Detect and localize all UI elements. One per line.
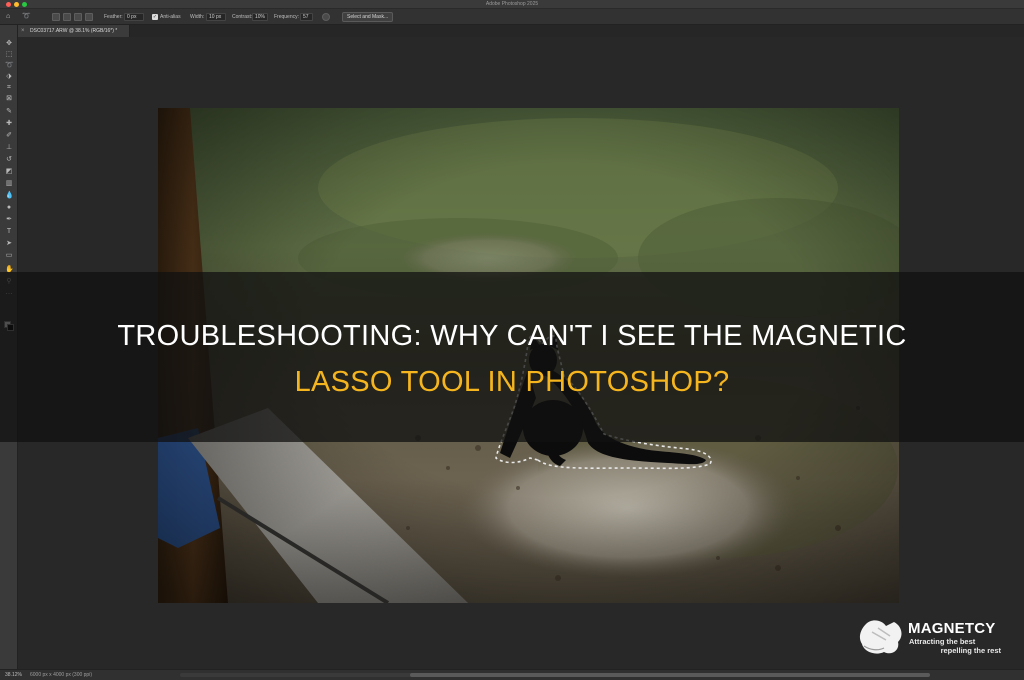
object-select-tool-icon[interactable]: ⬗ [5,73,13,80]
contrast-label: Contrast: [232,14,253,20]
crop-tool-icon[interactable]: ⌗ [5,84,13,91]
path-select-tool-icon[interactable]: ➤ [5,240,13,247]
logo-tagline-1: Attracting the best [909,637,976,646]
antialias-label: Anti-alias [160,14,181,20]
logo-tagline-2: repelling the rest [940,646,1001,655]
headline: TROUBLESHOOTING: WHY CAN'T I SEE THE MAG… [60,313,964,405]
pen-tool-icon[interactable]: ✒ [5,216,13,223]
magnetcy-logo: MAGNETCY Attracting the best repelling t… [858,616,1006,660]
document-tab[interactable]: × DSC03717.ARW @ 38.1% (RGB/16*) * [18,25,130,37]
headline-line-2: LASSO TOOL IN PHOTOSHOP? [294,366,730,398]
stamp-tool-icon[interactable]: ⊥ [5,144,13,151]
app-title: Adobe Photoshop 2025 [485,1,539,7]
frame-tool-icon[interactable]: ⊠ [5,95,13,102]
lasso-tool-icon[interactable]: ➰ [5,62,14,69]
feather-field[interactable]: 0 px [124,13,144,21]
shape-tool-icon[interactable]: ▭ [5,252,13,259]
gradient-tool-icon[interactable]: ▥ [5,180,13,187]
lasso-preset-icon[interactable]: ➰ [22,13,31,21]
logo-name: MAGNETCY [908,620,996,637]
move-tool-icon[interactable]: ✥ [5,40,13,47]
select-and-mask-button[interactable]: Select and Mask... [342,12,394,22]
pen-pressure-icon[interactable] [322,13,330,21]
intersect-selection-icon[interactable] [85,13,93,21]
contrast-field[interactable]: 10% [252,13,268,21]
document-tab-title: DSC03717.ARW @ 38.1% (RGB/16*) * [30,28,118,34]
document-tab-bar: × DSC03717.ARW @ 38.1% (RGB/16*) * [18,25,1024,37]
zoom-level[interactable]: 38.12% [5,672,22,678]
document-info[interactable]: 6000 px x 4000 px (300 ppi) [30,672,92,678]
frequency-field[interactable]: 57 [300,13,313,21]
frequency-label: Frequency: [274,14,300,20]
eraser-tool-icon[interactable]: ◩ [5,168,13,175]
close-tab-icon[interactable]: × [21,25,25,37]
antialias-checkbox[interactable]: ✓ [152,14,158,20]
new-selection-icon[interactable] [52,13,60,21]
eyedropper-tool-icon[interactable]: ✎ [5,108,13,115]
subtract-selection-icon[interactable] [74,13,82,21]
history-brush-tool-icon[interactable]: ↺ [5,156,13,163]
options-bar: ⌂ ➰ Feather: 0 px ✓ Anti-alias Width: 10… [0,9,1024,25]
horizontal-scrollbar[interactable] [180,673,930,677]
blur-tool-icon[interactable]: 💧 [5,192,14,199]
marquee-tool-icon[interactable]: ⬚ [5,51,13,58]
brush-tool-icon[interactable]: ✐ [5,132,13,139]
healing-tool-icon[interactable]: ✚ [5,120,13,127]
dodge-tool-icon[interactable]: ● [5,204,13,211]
status-bar: 38.12% 6000 px x 4000 px (300 ppi) [0,669,1024,680]
type-tool-icon[interactable]: T [5,228,13,235]
add-selection-icon[interactable] [63,13,71,21]
headline-line-1: TROUBLESHOOTING: WHY CAN'T I SEE THE MAG… [117,320,907,352]
title-bar: Adobe Photoshop 2025 [0,0,1024,9]
scrollbar-thumb[interactable] [410,673,930,677]
home-icon[interactable]: ⌂ [6,13,10,21]
feather-label: Feather: [104,14,123,20]
width-label: Width: [190,14,205,20]
logo-mark-icon [859,620,902,654]
width-field[interactable]: 10 px [206,13,226,21]
